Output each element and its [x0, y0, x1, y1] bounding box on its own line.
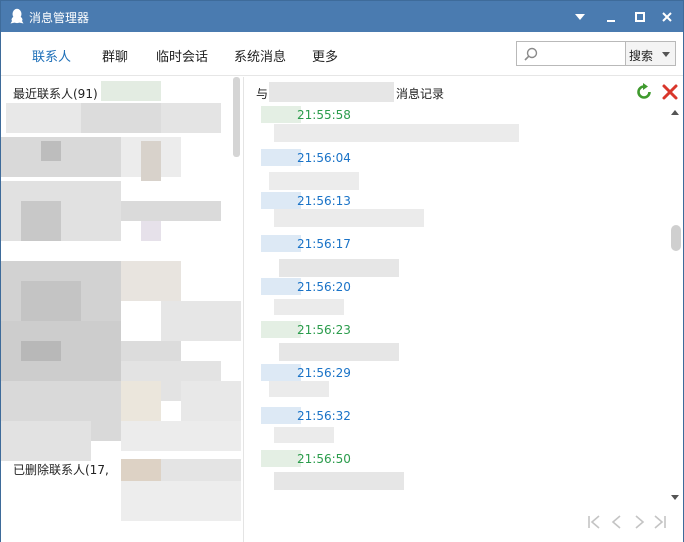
chevron-down-icon: [662, 52, 670, 57]
redacted-message: [279, 259, 399, 277]
message-timestamp: 21:56:20: [297, 280, 351, 294]
redacted-block: [161, 301, 241, 341]
redacted-block: [261, 364, 301, 381]
search-input[interactable]: [543, 44, 623, 63]
search-icon: [524, 47, 538, 64]
tab-temp-chats[interactable]: 临时会话: [156, 46, 208, 65]
history-title-suffix: 消息记录: [396, 87, 445, 101]
redacted-block: [261, 149, 301, 166]
redacted-block: [261, 321, 301, 338]
redacted-block: [261, 106, 301, 123]
prev-page-icon[interactable]: [609, 514, 625, 530]
redacted-avatar: [101, 81, 161, 101]
contact-list-item[interactable]: [1, 137, 121, 177]
redacted-message: [269, 172, 359, 190]
redacted-block: [141, 221, 161, 241]
redacted-block: [261, 450, 301, 467]
redacted-message: [274, 427, 334, 443]
refresh-icon[interactable]: [635, 83, 653, 101]
contact-list-item[interactable]: [1, 181, 121, 241]
redacted-block: [261, 192, 301, 209]
message-timestamp: 21:56:29: [297, 366, 351, 380]
redacted-block: [1, 421, 91, 461]
nav-bar: 联系人 群聊 临时会话 系统消息 更多 搜索: [1, 32, 683, 76]
redacted-block: [121, 201, 221, 221]
redacted-message: [274, 472, 404, 490]
redacted-block: [261, 278, 301, 295]
message-timestamp: 21:56:04: [297, 151, 351, 165]
left-scrollbar-thumb[interactable]: [233, 77, 240, 157]
window-title: 消息管理器: [29, 11, 90, 25]
message-timestamp: 21:56:17: [297, 237, 351, 251]
tab-groups[interactable]: 群聊: [102, 46, 128, 65]
redacted-block: [161, 103, 221, 133]
tab-more[interactable]: 更多: [312, 46, 338, 65]
deleted-contacts-header[interactable]: 已删除联系人(17,: [13, 461, 109, 478]
scroll-up-icon[interactable]: [671, 110, 679, 115]
redacted-message: [274, 124, 519, 142]
redacted-message: [274, 209, 424, 227]
tab-contacts[interactable]: 联系人: [32, 46, 71, 65]
tab-system-messages[interactable]: 系统消息: [234, 46, 286, 65]
last-page-icon[interactable]: [652, 514, 668, 530]
delete-icon[interactable]: [661, 83, 679, 101]
redacted-block: [121, 261, 181, 301]
redacted-message: [269, 381, 329, 397]
redacted-block: [141, 141, 161, 181]
next-page-icon[interactable]: [631, 514, 647, 530]
redacted-block: [121, 459, 161, 481]
redacted-message: [274, 299, 344, 315]
message-timestamp: 21:56:32: [297, 409, 351, 423]
message-timestamp: 21:56:13: [297, 194, 351, 208]
chevron-down-icon[interactable]: [570, 7, 590, 27]
redacted-block: [21, 201, 61, 241]
redacted-block: [181, 381, 241, 421]
redacted-block: [121, 481, 241, 521]
search-box[interactable]: [516, 41, 626, 66]
first-page-icon[interactable]: [586, 514, 602, 530]
redacted-block: [21, 341, 61, 361]
history-title-prefix: 与: [256, 87, 269, 101]
contact-list-panel: 最近联系人(91) 已删除联系人(17,: [1, 77, 243, 542]
redacted-block: [121, 381, 161, 421]
minimize-icon[interactable]: [601, 7, 621, 27]
redacted-block: [121, 421, 241, 451]
redacted-message: [279, 343, 399, 361]
redacted-block: [261, 235, 301, 252]
message-history-panel: 与 消息记录 21:55:58 21:56:04 21:56:13 21:56:…: [244, 77, 683, 542]
redacted-block: [261, 407, 301, 424]
message-timestamp: 21:56:50: [297, 452, 351, 466]
search-button-label: 搜索: [629, 49, 654, 63]
close-icon[interactable]: [657, 7, 677, 27]
contact-list-item[interactable]: [1, 321, 121, 381]
recent-contacts-header[interactable]: 最近联系人(91): [13, 85, 98, 102]
redacted-block: [21, 281, 81, 321]
right-scrollbar-thumb[interactable]: [671, 225, 681, 251]
message-timestamp: 21:56:23: [297, 323, 351, 337]
maximize-icon[interactable]: [630, 7, 650, 27]
message-manager-window: 消息管理器 联系人 群聊 临时会话 系统消息 更多 搜索 最近联系人(91) 已…: [0, 0, 684, 542]
scroll-down-icon[interactable]: [671, 495, 679, 500]
redacted-contact-name: [269, 82, 394, 102]
search-scope-dropdown[interactable]: 搜索: [626, 41, 676, 66]
title-bar[interactable]: 消息管理器: [1, 1, 683, 32]
redacted-block: [41, 141, 61, 161]
message-timestamp: 21:55:58: [297, 108, 351, 122]
qq-penguin-icon: [10, 8, 24, 24]
redacted-block: [161, 459, 241, 481]
